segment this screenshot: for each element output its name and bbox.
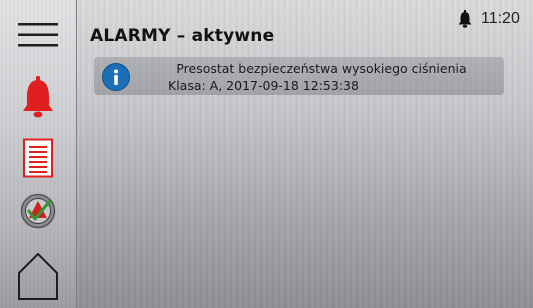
alarm-log-button[interactable] (0, 134, 76, 182)
clock-time: 11:20 (481, 10, 520, 27)
alarm-message: Presostat bezpieczeństwa wysokiego ciśni… (176, 61, 467, 76)
acknowledge-button[interactable] (0, 192, 76, 230)
home-button[interactable] (0, 248, 76, 304)
info-icon (102, 63, 130, 91)
alarm-details: Klasa: A, 2017-09-18 12:53:38 (168, 78, 359, 93)
menu-button[interactable] (0, 18, 76, 52)
acknowledge-check-icon (20, 193, 56, 229)
alarm-list-item[interactable]: Presostat bezpieczeństwa wysokiego ciśni… (94, 57, 504, 95)
screen-background (0, 0, 533, 308)
home-icon (18, 252, 58, 300)
page-title: ALARMY – aktywne (90, 26, 275, 46)
alarms-button[interactable] (0, 72, 76, 122)
alarm-bell-icon (23, 76, 53, 118)
bell-icon (458, 10, 472, 28)
document-list-icon (23, 138, 53, 178)
sidebar (0, 0, 77, 308)
hamburger-menu-icon (18, 23, 58, 47)
